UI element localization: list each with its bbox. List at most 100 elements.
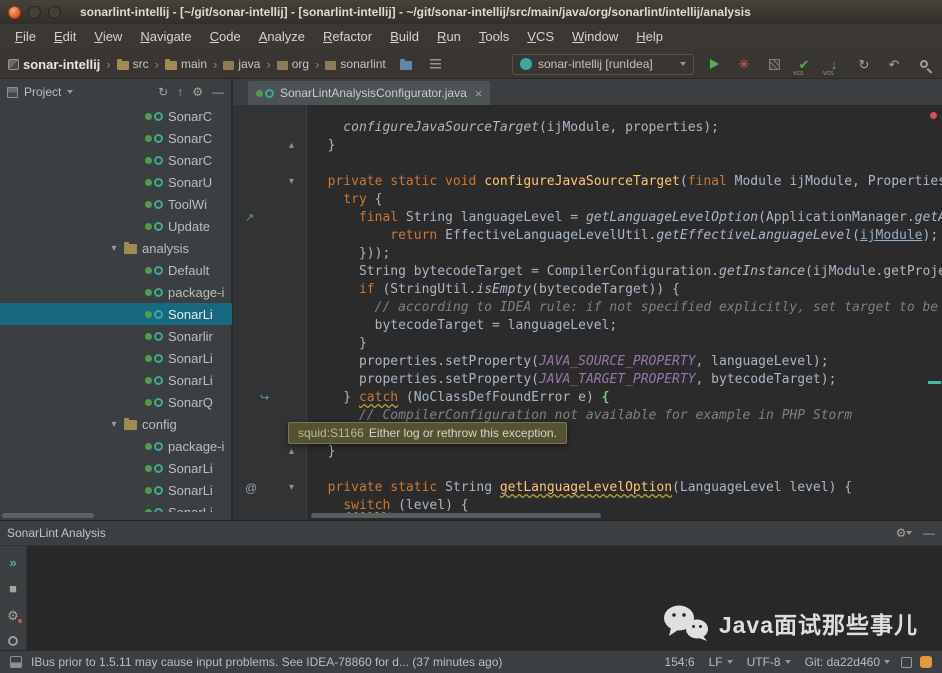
menu-item-help[interactable]: Help: [627, 24, 672, 50]
code-line-4[interactable]: try {: [312, 191, 942, 209]
code-line-12[interactable]: }: [312, 335, 942, 353]
toolwindow-toggle-icon[interactable]: [10, 656, 22, 668]
code-line-2[interactable]: [312, 155, 942, 173]
code-line-7[interactable]: }));: [312, 245, 942, 263]
breadcrumb-item-src[interactable]: src: [116, 57, 149, 71]
menu-item-vcs[interactable]: VCS: [518, 24, 563, 50]
maximize-window-button[interactable]: [48, 5, 61, 19]
debug-button[interactable]: ✳: [734, 54, 754, 75]
fold-up-icon[interactable]: ▴: [289, 137, 294, 155]
sonar-icon[interactable]: ↪: [260, 389, 269, 407]
tree-item-config[interactable]: ▾ config: [0, 413, 232, 435]
code-line-20[interactable]: private static String getLanguageLevelOp…: [312, 479, 942, 497]
tree-item-package-i[interactable]: package-i: [0, 435, 232, 457]
tree-item-SonarC[interactable]: SonarC: [0, 127, 232, 149]
impl-icon[interactable]: ↗: [245, 209, 254, 227]
caret-position-widget[interactable]: 154:6: [662, 655, 698, 669]
tree-item-SonarC[interactable]: SonarC: [0, 105, 232, 127]
menu-item-file[interactable]: File: [6, 24, 45, 50]
stop-button[interactable]: ■: [3, 580, 23, 597]
run-button[interactable]: [704, 54, 724, 75]
code-line-0[interactable]: configureJavaSourceTarget(ijModule, prop…: [312, 119, 942, 137]
code-line-8[interactable]: String bytecodeTarget = CompilerConfigur…: [312, 263, 942, 281]
breadcrumb-item-main[interactable]: main: [164, 57, 207, 71]
code-line-13[interactable]: properties.setProperty(JAVA_SOURCE_PROPE…: [312, 353, 942, 371]
close-tab-icon[interactable]: ×: [475, 86, 483, 101]
tree-item-Default[interactable]: Default: [0, 259, 232, 281]
fold-down-icon[interactable]: ▾: [289, 173, 294, 191]
analysis-console[interactable]: Java面试那些事儿: [28, 546, 942, 650]
settings-button[interactable]: ⚙: [3, 607, 23, 624]
tree-item-SonarC[interactable]: SonarC: [0, 149, 232, 171]
menu-item-navigate[interactable]: Navigate: [131, 24, 200, 50]
menu-item-edit[interactable]: Edit: [45, 24, 85, 50]
menu-item-tools[interactable]: Tools: [470, 24, 518, 50]
editor-tab[interactable]: SonarLintAnalysisConfigurator.java ×: [248, 81, 491, 105]
collapse-all-icon[interactable]: ↑: [177, 86, 183, 98]
code-line-19[interactable]: [312, 461, 942, 479]
tree-item-Sonarlir[interactable]: Sonarlir: [0, 325, 232, 347]
code-line-5[interactable]: final String languageLevel = getLanguage…: [312, 209, 942, 227]
sync-icon[interactable]: ↻: [158, 86, 168, 98]
code-line-3[interactable]: private static void configureJavaSourceT…: [312, 173, 942, 191]
tree-item-Update[interactable]: Update: [0, 215, 232, 237]
code-line-15[interactable]: } catch (NoClassDefFoundError e) {: [312, 389, 942, 407]
project-panel-title[interactable]: Project: [24, 85, 61, 99]
code-line-10[interactable]: // according to IDEA rule: if not specif…: [312, 299, 942, 317]
vcs-update-button[interactable]: ↓ vcs: [823, 54, 844, 77]
hector-icon[interactable]: [901, 656, 912, 668]
panel-settings-button[interactable]: ⚙: [894, 523, 914, 544]
coverage-button[interactable]: [764, 54, 784, 75]
blue-folder-icon[interactable]: [396, 54, 416, 75]
menu-item-window[interactable]: Window: [563, 24, 627, 50]
editor-horizontal-scrollbar[interactable]: [311, 513, 601, 518]
git-branch-widget[interactable]: Git: da22d460: [802, 655, 893, 669]
tree-item-SonarQ[interactable]: SonarQ: [0, 391, 232, 413]
encoding-widget[interactable]: UTF-8: [744, 655, 794, 669]
rollback-button[interactable]: ↶: [884, 54, 904, 75]
tree-item-SonarU[interactable]: SonarU: [0, 171, 232, 193]
menu-item-refactor[interactable]: Refactor: [314, 24, 381, 50]
fold-up-icon[interactable]: ▴: [289, 443, 294, 461]
inspection-stripe-mark[interactable]: [928, 381, 941, 384]
line-separator-widget[interactable]: LF: [706, 655, 736, 669]
menu-item-run[interactable]: Run: [428, 24, 470, 50]
vcs-commit-button[interactable]: ✔ vcs: [793, 54, 814, 77]
tree-horizontal-scrollbar[interactable]: [2, 513, 94, 518]
tree-item-ToolWi[interactable]: ToolWi: [0, 193, 232, 215]
menu-item-code[interactable]: Code: [201, 24, 250, 50]
code-area[interactable]: configureJavaSourceTarget(ijModule, prop…: [308, 105, 942, 520]
code-editor[interactable]: ▴ ▾ ↗ ↪ ▴ ▾ @ configureJavaSourceTarget(ijModu…: [233, 105, 942, 520]
tree-item-package-i[interactable]: package-i: [0, 281, 232, 303]
expand-arrow-icon[interactable]: ▾: [109, 419, 119, 430]
breadcrumb-item-java[interactable]: java: [223, 57, 260, 71]
code-line-6[interactable]: return EffectiveLanguageLevelUtil.getEff…: [312, 227, 942, 245]
menu-item-build[interactable]: Build: [381, 24, 428, 50]
menu-item-analyze[interactable]: Analyze: [250, 24, 314, 50]
code-line-9[interactable]: if (StringUtil.isEmpty(bytecodeTarget)) …: [312, 281, 942, 299]
minimize-window-button[interactable]: [28, 5, 41, 19]
run-configuration-select[interactable]: sonar-intellij [runIdea]: [512, 53, 694, 75]
tree-item-SonarLi[interactable]: SonarLi: [0, 457, 232, 479]
gear-icon[interactable]: ⚙: [192, 86, 203, 98]
breadcrumb-item-sonar-intellij[interactable]: sonar-intellij: [8, 57, 100, 72]
breadcrumb-item-org[interactable]: org: [276, 57, 309, 71]
code-line-1[interactable]: }: [312, 137, 942, 155]
tree-item-analysis[interactable]: ▾ analysis: [0, 237, 232, 259]
code-line-18[interactable]: }: [312, 443, 942, 461]
expand-arrow-icon[interactable]: ▾: [109, 243, 119, 254]
help-button[interactable]: [3, 633, 23, 650]
tree-item-SonarLi[interactable]: SonarLi: [0, 303, 232, 325]
tree-item-SonarLi[interactable]: SonarLi: [0, 479, 232, 501]
code-line-11[interactable]: bytecodeTarget = languageLevel;: [312, 317, 942, 335]
tree-item-SonarLi[interactable]: SonarLi: [0, 347, 232, 369]
tree-item-SonarLi[interactable]: SonarLi: [0, 501, 232, 512]
menu-item-view[interactable]: View: [85, 24, 131, 50]
hide-panel-icon[interactable]: —: [212, 86, 224, 98]
close-window-button[interactable]: [8, 5, 21, 19]
error-stripe-mark[interactable]: [930, 112, 937, 119]
analyze-button[interactable]: »: [3, 554, 23, 571]
fold-down-icon[interactable]: ▾: [289, 479, 294, 497]
hide-panel-icon[interactable]: —: [923, 527, 935, 539]
tree-item-SonarLi[interactable]: SonarLi: [0, 369, 232, 391]
